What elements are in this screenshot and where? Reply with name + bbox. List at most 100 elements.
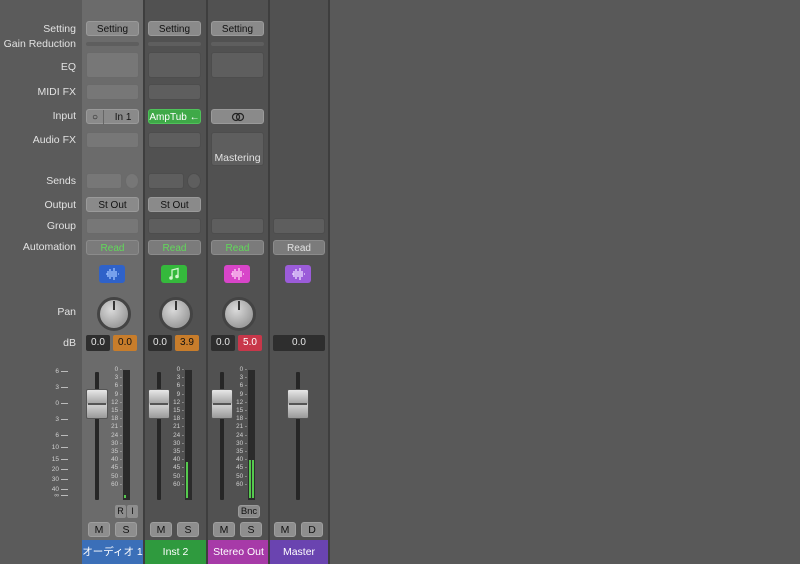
waveform-icon[interactable] [224, 265, 250, 283]
volume-readout[interactable]: 0.0 [86, 335, 110, 351]
music-note-icon[interactable] [161, 265, 187, 283]
audio-fx-slot[interactable]: Mastering [211, 132, 264, 166]
automation-mode-button[interactable]: Read [273, 240, 325, 255]
mute-button[interactable]: M [274, 522, 296, 537]
level-meter [123, 370, 130, 500]
send-level-knob[interactable] [187, 173, 201, 189]
channel-name-audio-1[interactable]: オーディオ 1 [82, 540, 143, 564]
input-slot[interactable]: ○ In 1 [86, 109, 139, 125]
eq-slot[interactable] [86, 52, 139, 78]
volume-fader[interactable] [287, 389, 309, 419]
send-slot[interactable] [86, 173, 122, 189]
setting-button[interactable]: Setting [86, 21, 139, 36]
pan-knob[interactable] [97, 297, 131, 331]
waveform-icon[interactable] [99, 265, 125, 283]
meter-scale-tick: 12 - [111, 398, 122, 406]
send-slot[interactable] [148, 173, 184, 189]
input-monitor-button[interactable]: I [127, 505, 138, 518]
output-button[interactable]: St Out [148, 197, 201, 212]
gain-reduction-meter [148, 42, 201, 46]
eq-slot[interactable] [211, 52, 264, 78]
peak-readout[interactable]: 5.0 [238, 335, 262, 351]
meter-scale-tick: 0 - [114, 366, 122, 373]
pan-knob[interactable] [159, 297, 193, 331]
meter-scale-tick: 18 - [236, 415, 247, 423]
channel-strip-master: Read 0.0 M D [270, 0, 328, 564]
midi-fx-slot[interactable] [86, 84, 139, 100]
eq-slot[interactable] [148, 52, 201, 78]
meter-scale-tick: 24 - [111, 431, 122, 439]
solo-button[interactable]: S [177, 522, 199, 537]
solo-button[interactable]: S [240, 522, 262, 537]
pan-knob[interactable] [222, 297, 256, 331]
channel-strip-audio-1: Setting ○ In 1 St Out Read 0.0 0.0 0 -3 … [82, 0, 143, 564]
audio-fx-slot[interactable] [86, 132, 139, 148]
send-level-knob[interactable] [125, 173, 139, 189]
output-button[interactable]: St Out [86, 197, 139, 212]
group-row-label: Group [46, 220, 76, 232]
meter-scale-tick: 3 - [114, 374, 122, 382]
meter-scale-tick: 30 - [111, 439, 122, 447]
automation-mode-button[interactable]: Read [211, 240, 264, 255]
meter-scale-tick: 60 - [173, 480, 184, 488]
group-slot[interactable] [148, 218, 201, 234]
group-slot[interactable] [86, 218, 139, 234]
meter-scale-tick: 24 - [173, 431, 184, 439]
meter-scale-tick: 9 - [239, 390, 247, 398]
level-meter [185, 370, 192, 500]
meter-scale-tick: 15 - [236, 407, 247, 414]
setting-button[interactable]: Setting [148, 21, 201, 36]
mute-button[interactable]: M [88, 522, 110, 537]
instrument-slot[interactable]: AmpTub ← [148, 109, 201, 124]
meter-scale-tick: 60 - [236, 480, 247, 488]
pan-row-label: Pan [57, 306, 76, 318]
audio-fx-slot[interactable] [148, 132, 201, 148]
mute-button[interactable]: M [213, 522, 235, 537]
waveform-icon[interactable] [285, 265, 311, 283]
meter-scale-tick: 18 - [173, 415, 184, 423]
audio-fx-row-label: Audio FX [32, 134, 76, 146]
channel-name-master[interactable]: Master [270, 540, 328, 564]
fader-scale-tick: 3 [50, 416, 68, 424]
instrument-label: AmpTub [149, 112, 187, 123]
channel-name-stereo-out[interactable]: Stereo Out [208, 540, 269, 564]
peak-readout[interactable]: 0.0 [113, 335, 137, 351]
meter-scale-tick: 50 - [173, 472, 184, 480]
meter-scale-tick: 50 - [111, 472, 122, 480]
group-slot[interactable] [273, 218, 325, 234]
sends-row-label: Sends [46, 175, 76, 187]
mute-button[interactable]: M [150, 522, 172, 537]
meter-scale-tick: 45 - [173, 464, 184, 472]
meter-scale-tick: 50 - [236, 472, 247, 480]
meter-scale-tick: 15 - [111, 407, 122, 414]
fader-scale-tick: 0 [50, 400, 68, 408]
volume-readout[interactable]: 0.0 [211, 335, 235, 351]
peak-readout[interactable]: 3.9 [175, 335, 199, 351]
setting-button[interactable]: Setting [211, 21, 264, 36]
fader-scale-tick: 3 [50, 384, 68, 392]
volume-readout[interactable]: 0.0 [148, 335, 172, 351]
row-labels-column: Setting Gain Reduction EQ MIDI FX Input … [0, 0, 82, 564]
channel-strip-stereo-out: Setting Mastering Read 0.0 5.0 0 -3 -6 -… [208, 0, 269, 564]
fader-scale-tick: 20 [50, 466, 68, 474]
group-slot[interactable] [211, 218, 264, 234]
dim-button[interactable]: D [301, 522, 323, 537]
stereo-link-icon[interactable] [211, 109, 264, 124]
meter-scale-tick: 6 - [114, 382, 122, 390]
midi-fx-slot[interactable] [148, 84, 201, 100]
bounce-button[interactable]: Bnc [238, 505, 260, 518]
record-enable-button[interactable]: R [115, 505, 126, 518]
automation-mode-button[interactable]: Read [86, 240, 139, 255]
circle-mono-icon[interactable]: ○ [87, 110, 104, 125]
automation-mode-button[interactable]: Read [148, 240, 201, 255]
meter-scale-tick: 40 - [111, 456, 122, 464]
meter-scale-tick: 60 - [111, 480, 122, 488]
meter-scale-tick: 30 - [236, 439, 247, 447]
input-label: In 1 [114, 112, 132, 123]
solo-button[interactable]: S [115, 522, 137, 537]
gain-reduction-meter [211, 42, 264, 46]
meter-scale-tick: 15 - [173, 407, 184, 414]
mastering-plugin-label[interactable]: Mastering [212, 152, 263, 164]
channel-name-inst-2[interactable]: Inst 2 [145, 540, 206, 564]
volume-readout[interactable]: 0.0 [273, 335, 325, 351]
